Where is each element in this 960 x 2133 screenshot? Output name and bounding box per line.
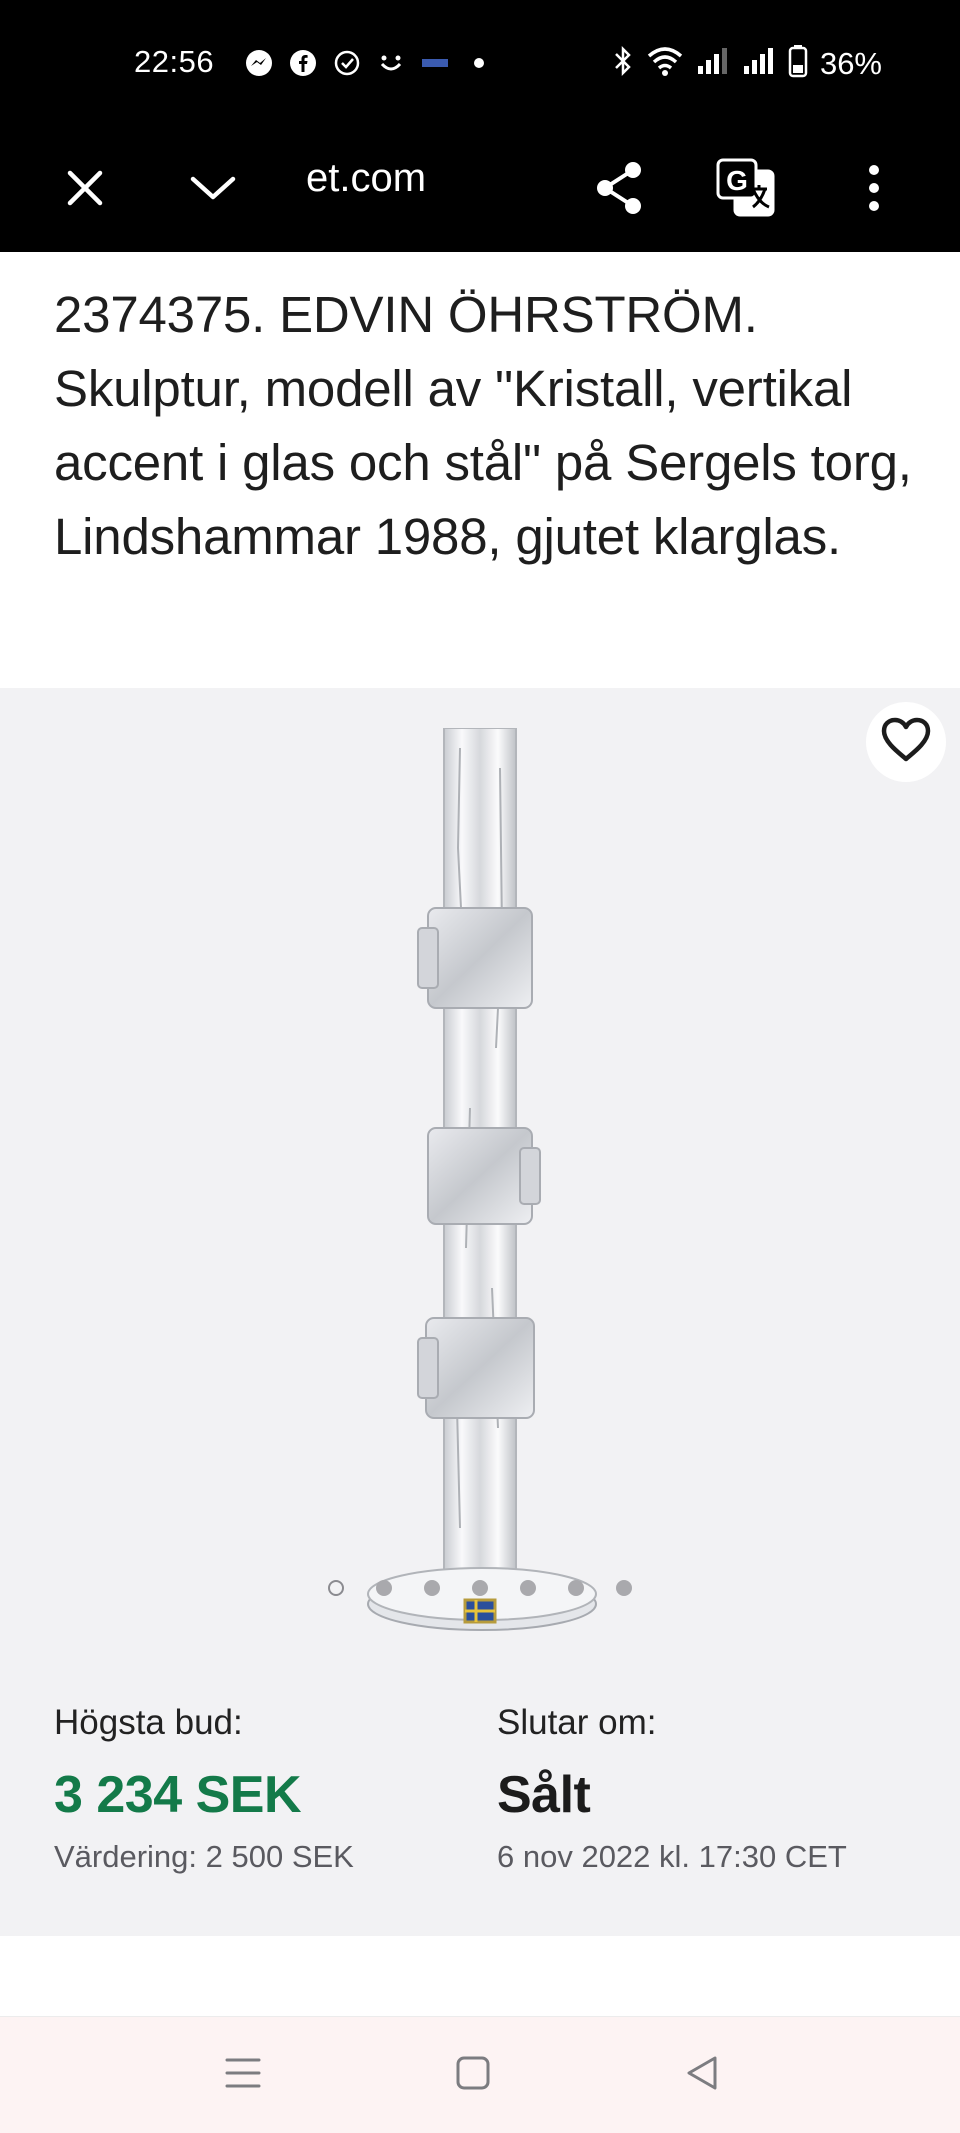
back-triangle-icon (685, 2055, 719, 2096)
signal-icon-1 (696, 46, 730, 81)
recent-apps-button[interactable] (211, 2043, 275, 2107)
translate-button[interactable]: G (710, 154, 782, 226)
end-date: 6 nov 2022 kl. 17:30 CET (497, 1839, 847, 1874)
signal-icon-2 (742, 46, 776, 81)
smile-icon (376, 48, 406, 78)
sculpture-image (367, 728, 597, 1631)
svg-text:G: G (726, 165, 748, 196)
highest-bid-label: Högsta bud: (54, 1703, 243, 1742)
gallery-dot[interactable] (376, 1580, 392, 1596)
gallery-dot[interactable] (568, 1580, 584, 1596)
heart-icon (880, 717, 932, 768)
battery-icon (788, 44, 808, 83)
system-nav-bar (0, 2016, 960, 2133)
check-circle-icon (332, 48, 362, 78)
dot-icon (464, 48, 494, 78)
gallery-dot[interactable] (424, 1580, 440, 1596)
gallery-pagination (0, 1580, 960, 1596)
messenger-icon (244, 48, 274, 78)
image-gallery[interactable] (0, 688, 960, 1648)
sold-status: Sålt (497, 1766, 591, 1824)
gallery-dot[interactable] (328, 1580, 344, 1596)
status-time: 22:56 (134, 44, 215, 79)
gallery-dot[interactable] (616, 1580, 632, 1596)
sinb-icon (420, 48, 450, 78)
gallery-dot[interactable] (472, 1580, 488, 1596)
close-button[interactable] (49, 154, 121, 226)
notification-icons (244, 48, 494, 78)
browser-toolbar: et.com G (0, 128, 960, 252)
estimate-text: Värdering: 2 500 SEK (54, 1839, 354, 1874)
gallery-dot[interactable] (520, 1580, 536, 1596)
square-icon (456, 2056, 490, 2095)
bid-info-panel: Högsta bud: 3 234 SEK Värdering: 2 500 S… (0, 1648, 960, 1936)
ending-section: Slutar om: Sålt 6 nov 2022 kl. 17:30 CET (497, 1703, 847, 1875)
menu-lines-icon (225, 2056, 261, 2095)
more-vertical-icon (866, 164, 882, 217)
menu-button[interactable] (838, 154, 910, 226)
facebook-icon (288, 48, 318, 78)
bluetooth-icon (612, 45, 634, 82)
highest-bid-amount: 3 234 SEK (54, 1766, 301, 1824)
status-bar: 22:56 36% (0, 0, 960, 128)
status-right: 36% (612, 44, 882, 83)
collapse-button[interactable] (177, 154, 249, 226)
url-text[interactable]: et.com (306, 156, 426, 201)
battery-percent: 36% (819, 45, 882, 81)
chevron-down-icon (189, 173, 237, 208)
highest-bid-section: Högsta bud: 3 234 SEK Värdering: 2 500 S… (54, 1703, 354, 1875)
close-icon (65, 168, 105, 213)
wifi-icon (646, 45, 684, 82)
home-button[interactable] (441, 2043, 505, 2107)
listing-title: 2374375. EDVIN ÖHRSTRÖM. Skulptur, model… (54, 286, 912, 565)
back-button[interactable] (670, 2043, 734, 2107)
share-icon (593, 160, 645, 221)
translate-icon: G (715, 157, 777, 224)
ending-label: Slutar om: (497, 1703, 657, 1742)
favorite-button[interactable] (866, 702, 946, 782)
share-button[interactable] (583, 154, 655, 226)
